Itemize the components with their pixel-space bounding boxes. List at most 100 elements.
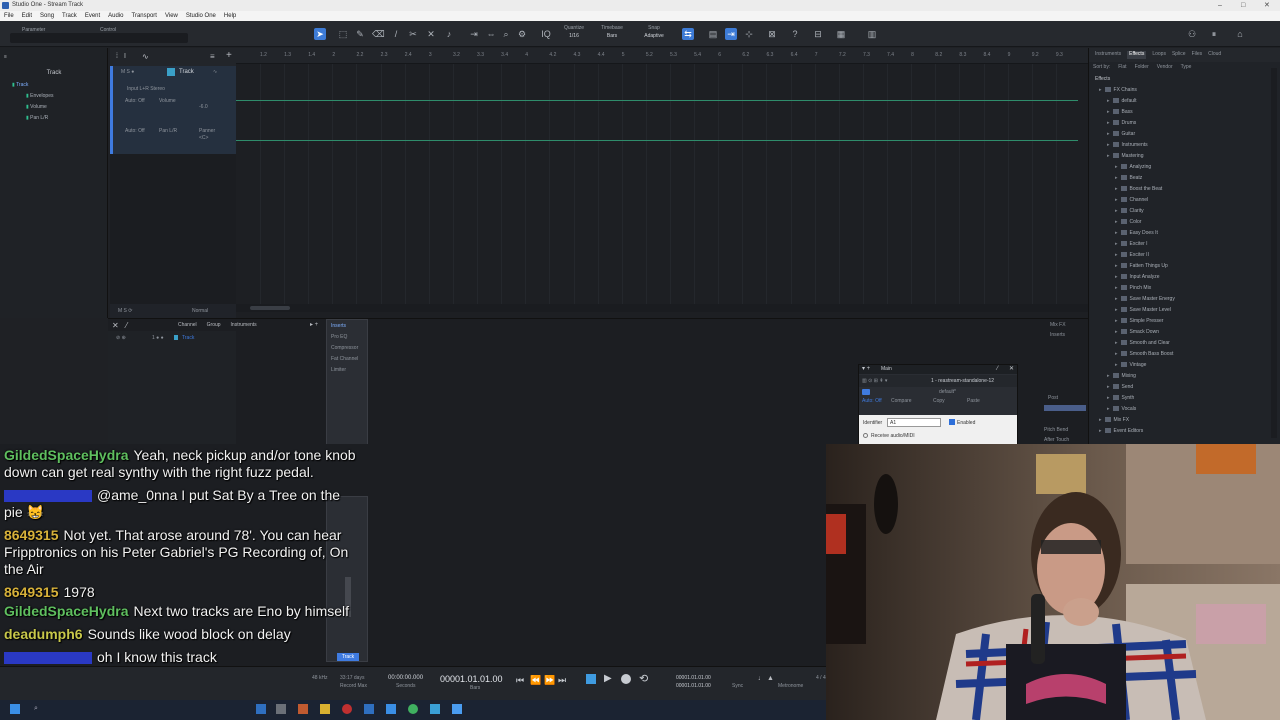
close-icon[interactable]: ✕ xyxy=(1264,0,1270,11)
browser-root[interactable]: Effects xyxy=(1095,76,1110,82)
console-pin-icon[interactable]: ⁄ xyxy=(126,321,127,330)
chevron-icon[interactable]: ▸ xyxy=(1107,109,1110,115)
chevron-icon[interactable]: ▸ xyxy=(1115,307,1118,313)
browser-item[interactable]: ▸ Exciter II xyxy=(1099,250,1175,261)
taskbar-app-6-icon[interactable] xyxy=(364,704,374,714)
chevron-icon[interactable]: ▸ xyxy=(1107,153,1110,159)
browser-item[interactable]: ▸ Analyzing xyxy=(1099,162,1175,173)
browser-item[interactable]: ▸ Beatz xyxy=(1099,173,1175,184)
chevron-icon[interactable]: ▸ xyxy=(1115,219,1118,225)
menu-item-song[interactable]: Song xyxy=(40,11,54,21)
plugin-paste[interactable]: Paste xyxy=(967,398,980,404)
inspector-item[interactable]: ▮ Volume xyxy=(12,102,54,113)
browser-item[interactable]: ▸ FX Chains xyxy=(1099,85,1175,96)
enabled-checkbox[interactable] xyxy=(949,419,955,425)
chevron-icon[interactable]: ▸ xyxy=(1099,417,1102,423)
chevron-icon[interactable]: ▸ xyxy=(1115,241,1118,247)
arrow-tool-icon[interactable]: ➤ xyxy=(314,28,326,40)
browser-tab-instruments[interactable]: Instruments xyxy=(1095,51,1121,59)
browser-item[interactable]: ▸ Instruments xyxy=(1099,140,1175,151)
loop-start[interactable]: 00001.01.01.00 xyxy=(676,675,711,681)
volume-automation-line[interactable] xyxy=(236,100,1078,101)
chevron-icon[interactable]: ▸ xyxy=(1115,263,1118,269)
menu-item-edit[interactable]: Edit xyxy=(22,11,32,21)
chevron-icon[interactable]: ▸ xyxy=(1115,164,1118,170)
browser-item[interactable]: ▸ Channel xyxy=(1099,195,1175,206)
add-track-icon[interactable]: + xyxy=(226,50,232,61)
taskbar-app-7-icon[interactable] xyxy=(386,704,396,714)
browser-item[interactable]: ▸ Vintage xyxy=(1099,360,1175,371)
snap-toggle-icon[interactable]: ⇆ xyxy=(682,28,694,40)
chat-username[interactable]: 8649315 xyxy=(4,584,59,600)
iq-icon[interactable]: IQ xyxy=(540,28,552,40)
minimize-icon[interactable]: – xyxy=(1218,0,1222,11)
post-label[interactable]: Post xyxy=(1048,395,1058,401)
chevron-icon[interactable]: ▸ xyxy=(1107,131,1110,137)
input-select[interactable]: Input L+R Stereo xyxy=(127,86,165,92)
chevron-icon[interactable]: ▸ xyxy=(1115,197,1118,203)
browser-item[interactable]: ▸ Event Editors xyxy=(1099,426,1175,437)
browser-tab-loops[interactable]: Loops xyxy=(1152,51,1166,59)
stretch-tool-icon[interactable]: ⇔ xyxy=(485,28,497,40)
sort-option[interactable]: Folder xyxy=(1135,64,1149,74)
console-tab-channel[interactable]: Channel xyxy=(178,322,197,328)
inserts-label[interactable]: Inserts xyxy=(331,323,346,329)
browser-item[interactable]: ▸ Save Master Energy xyxy=(1099,294,1175,305)
chevron-icon[interactable]: ▸ xyxy=(1115,252,1118,258)
console-tab-group[interactable]: Group xyxy=(207,322,221,328)
menu-item-event[interactable]: Event xyxy=(85,11,100,21)
forward-end-icon[interactable]: ⏭ xyxy=(558,675,566,686)
chevron-icon[interactable]: ▸ xyxy=(1099,428,1102,434)
cursor-follow-icon[interactable]: ⊹ xyxy=(743,28,755,40)
chevron-icon[interactable]: ▸ xyxy=(1107,373,1110,379)
browser-item[interactable]: ▸ Mix FX xyxy=(1099,415,1175,426)
show-editor-icon[interactable]: ⊟ xyxy=(812,28,824,40)
time-seconds[interactable]: 00:00:00.000 xyxy=(388,675,423,681)
auto-off-pan[interactable]: Auto: Off xyxy=(125,128,145,134)
browser-item[interactable]: ▸ Drums xyxy=(1099,118,1175,129)
loop-icon[interactable]: ⟲ xyxy=(639,672,648,685)
insert-slot[interactable]: Fat Channel xyxy=(331,354,358,365)
chevron-icon[interactable]: ▸ xyxy=(1115,274,1118,280)
snap-value[interactable]: Adaptive xyxy=(640,33,668,39)
chevron-icon[interactable]: ▸ xyxy=(1115,230,1118,236)
bend-tool-icon[interactable]: ⇥ xyxy=(468,28,480,40)
sort-option[interactable]: Type xyxy=(1181,64,1192,74)
chevron-icon[interactable]: ▸ xyxy=(1107,98,1110,104)
plugin-active-icon[interactable] xyxy=(862,389,870,395)
taskbar-app-10-icon[interactable] xyxy=(452,704,462,714)
pause-circle-icon[interactable]: ⏸ xyxy=(1208,28,1220,40)
browser-item[interactable]: ▸ Simple Presser xyxy=(1099,316,1175,327)
plugin-pin-icon[interactable]: ▾ + xyxy=(862,365,870,374)
browser-item[interactable]: ▸ Vocals xyxy=(1099,404,1175,415)
browser-tab-files[interactable]: Files xyxy=(1192,51,1203,59)
help-icon[interactable]: ? xyxy=(789,28,801,40)
track-options-icon[interactable]: ⁞ xyxy=(116,53,118,60)
taskbar-app-8-icon[interactable] xyxy=(408,704,418,714)
plugin-preset[interactable]: default* xyxy=(939,389,956,395)
browser-tab-cloud[interactable]: Cloud xyxy=(1208,51,1221,59)
chevron-icon[interactable]: ▸ xyxy=(1115,329,1118,335)
menu-item-view[interactable]: View xyxy=(165,11,178,21)
browser-item[interactable]: ▸ Mixing xyxy=(1099,371,1175,382)
browser-item[interactable]: ▸ Color xyxy=(1099,217,1175,228)
browser-scrollbar[interactable] xyxy=(1271,68,1277,438)
rewind-start-icon[interactable]: ⏮ xyxy=(516,675,524,686)
list-icon[interactable]: ≡ xyxy=(210,52,215,61)
metronome-label[interactable]: Metronome xyxy=(778,683,803,689)
inspector-menu-icon[interactable]: ≡ xyxy=(4,54,104,62)
footer-mode[interactable]: Normal xyxy=(192,308,208,314)
paint-tool-icon[interactable]: / xyxy=(390,28,402,40)
chevron-icon[interactable]: ▸ xyxy=(1107,395,1110,401)
insert-slot[interactable]: Compressor xyxy=(331,343,358,354)
browser-item[interactable]: ▸ Save Master Level xyxy=(1099,305,1175,316)
track-color-swatch[interactable] xyxy=(167,68,175,76)
inspector-item[interactable]: ▮ Pan L/R xyxy=(12,113,54,124)
plugin-power-icon[interactable]: ▥ ⊙ ⊞ ⇞ ▾ xyxy=(862,378,887,384)
pan-automation-line[interactable] xyxy=(236,140,1078,141)
chat-username[interactable] xyxy=(4,490,92,502)
automation-icon[interactable]: ∿ xyxy=(142,52,149,61)
chevron-icon[interactable]: ▸ xyxy=(1115,296,1118,302)
follow-icon[interactable]: ⇥ xyxy=(725,28,737,40)
browser-item[interactable]: ▸ Clarity xyxy=(1099,206,1175,217)
